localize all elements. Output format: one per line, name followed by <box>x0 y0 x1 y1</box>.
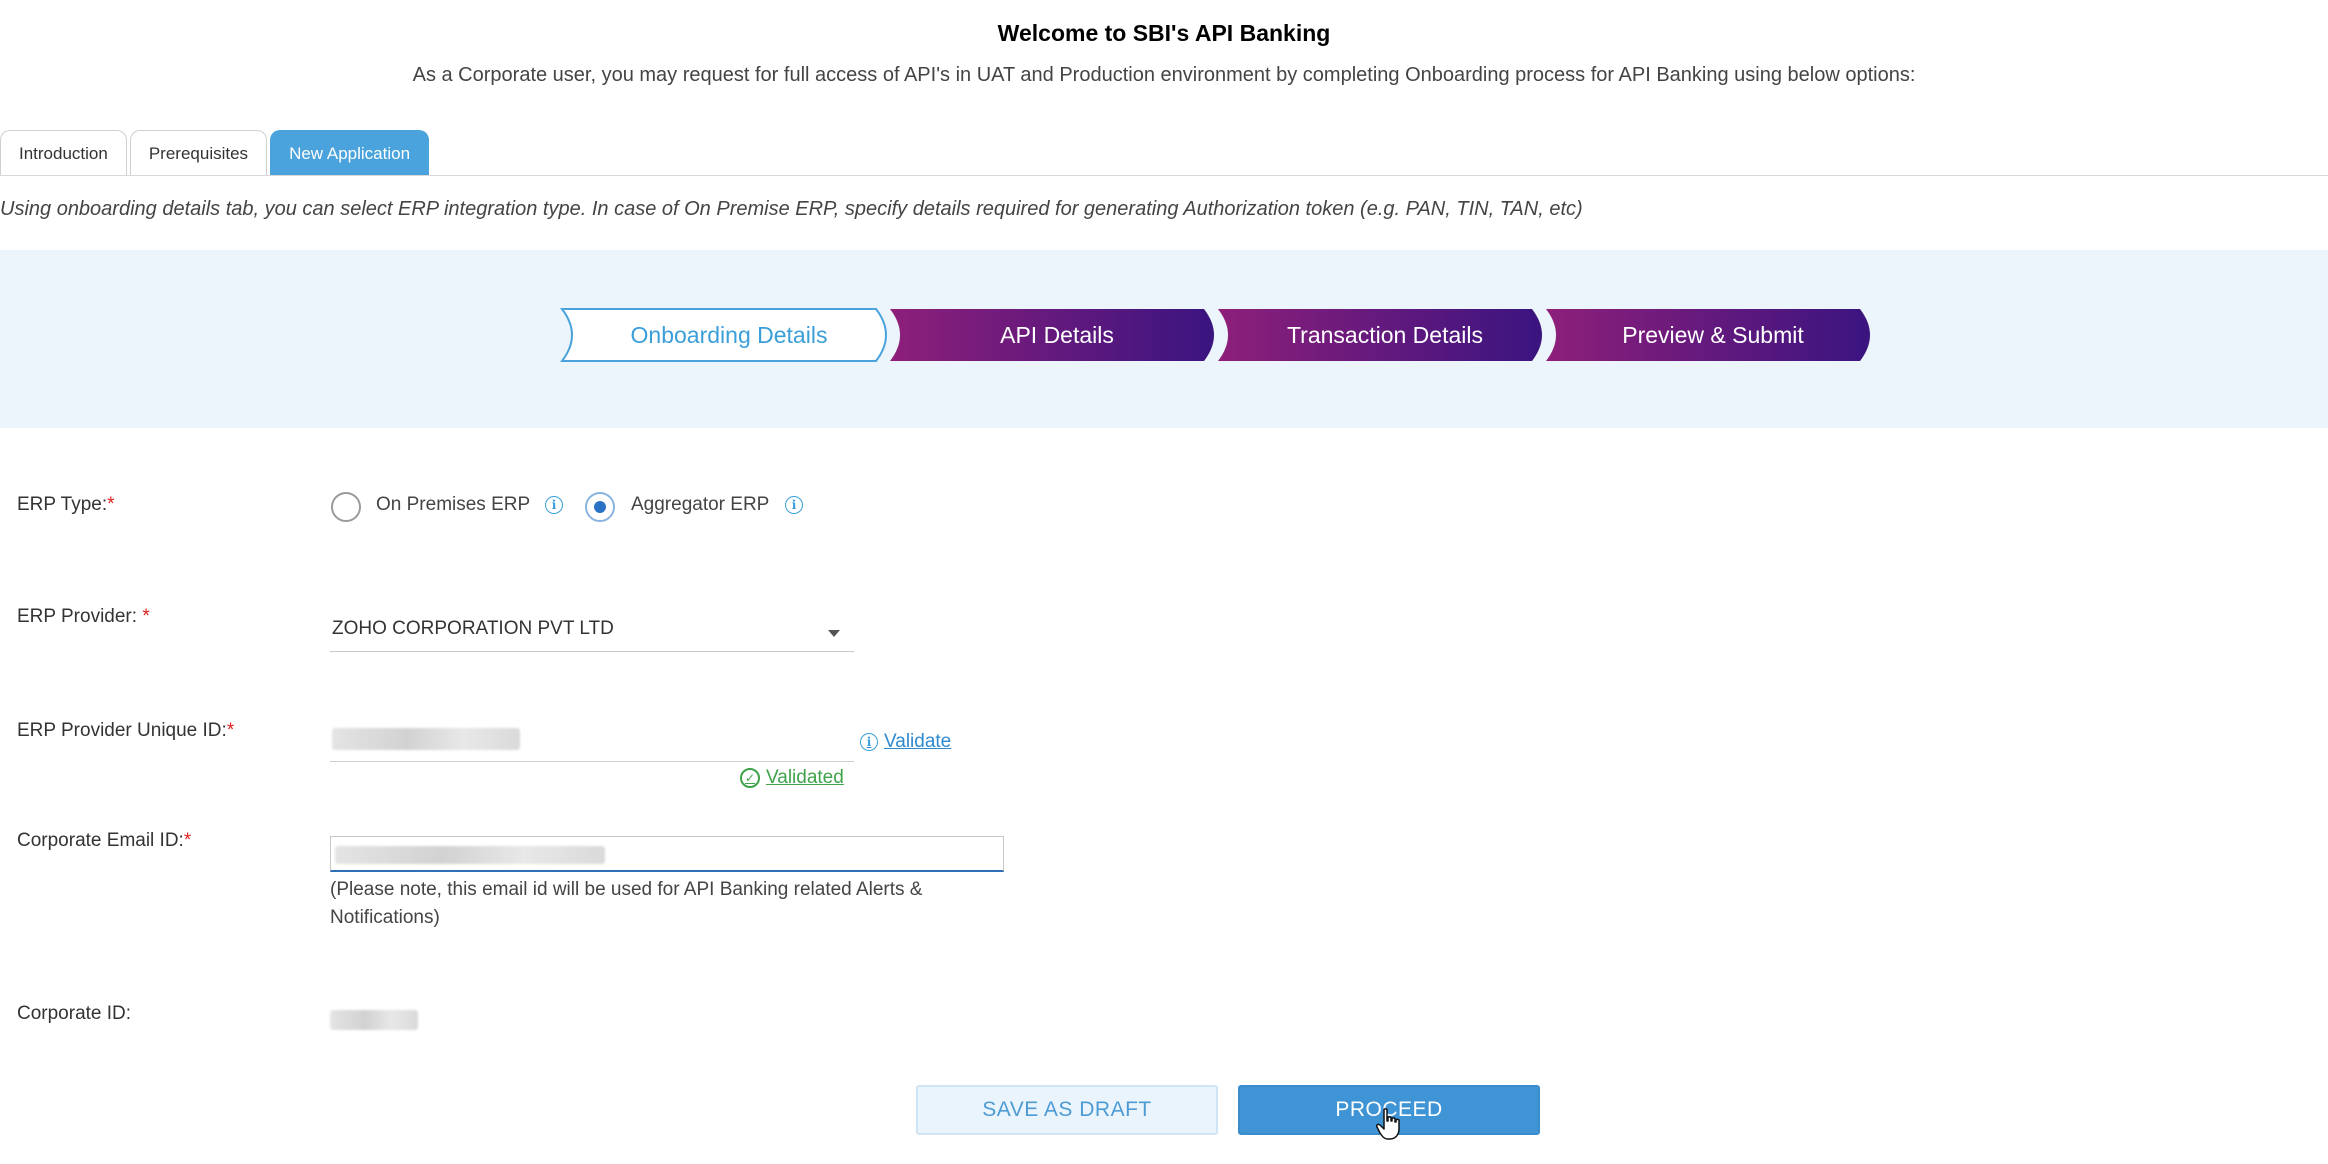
validated-status: ✓ Validated <box>740 767 844 789</box>
erp-provider-label-text: ERP Provider: <box>17 606 143 627</box>
page-subtitle: As a Corporate user, you may request for… <box>412 64 1916 86</box>
erp-provider-uid-label: ERP Provider Unique ID:* <box>17 720 234 742</box>
erp-provider-value: ZOHO CORPORATION PVT LTD <box>332 618 614 639</box>
step-onboarding-details[interactable]: Onboarding Details <box>572 308 886 362</box>
required-mark: * <box>183 830 192 851</box>
progress-stepper: Onboarding Details API Details Transacti… <box>560 308 1876 362</box>
required-mark: * <box>226 720 235 741</box>
tab-new-application[interactable]: New Application <box>270 130 430 176</box>
radio-label-aggregator-erp: Aggregator ERP <box>631 494 770 515</box>
chevron-down-icon <box>828 630 840 637</box>
radio-on-premises-erp[interactable] <box>331 492 361 522</box>
corporate-email-label: Corporate Email ID:* <box>17 830 191 852</box>
save-as-draft-button[interactable]: SAVE AS DRAFT <box>916 1085 1218 1135</box>
tab-bar: Introduction Prerequisites New Applicati… <box>0 130 432 176</box>
tabs-divider <box>0 175 2328 176</box>
check-circle-icon: ✓ <box>740 768 760 788</box>
corporate-id-label: Corporate ID: <box>17 1003 132 1024</box>
erp-provider-uid-label-text: ERP Provider Unique ID: <box>17 720 227 741</box>
required-mark: * <box>107 494 115 515</box>
erp-provider-label: ERP Provider: * <box>17 606 150 628</box>
corporate-id-value <box>330 1010 418 1030</box>
erp-type-label: ERP Type:* <box>17 494 115 516</box>
page-title: Welcome to SBI's API Banking <box>997 20 1331 46</box>
tab-prerequisites[interactable]: Prerequisites <box>129 130 268 176</box>
erp-provider-select[interactable]: ZOHO CORPORATION PVT LTD <box>330 610 854 652</box>
tab-introduction[interactable]: Introduction <box>0 130 127 176</box>
info-icon[interactable]: i <box>545 496 563 514</box>
step-preview-submit[interactable]: Preview & Submit <box>1556 308 1870 362</box>
radio-label-on-premises-erp: On Premises ERP <box>376 494 531 515</box>
corporate-email-label-text: Corporate Email ID: <box>17 830 184 851</box>
erp-type-label-text: ERP Type: <box>17 494 108 515</box>
email-note: (Please note, this email id will be used… <box>330 879 923 928</box>
step-transaction-details[interactable]: Transaction Details <box>1228 308 1542 362</box>
corporate-email-input[interactable] <box>330 836 1004 872</box>
erp-provider-uid-input[interactable] <box>330 722 854 762</box>
redacted-value <box>335 846 605 864</box>
info-icon: i <box>860 733 878 751</box>
validate-link-text: Validate <box>884 731 952 752</box>
hand-pointer-icon <box>1376 1108 1400 1140</box>
validated-status-text: Validated <box>766 767 844 788</box>
step-api-details[interactable]: API Details <box>900 308 1214 362</box>
redacted-value <box>332 728 520 750</box>
info-icon[interactable]: i <box>785 496 803 514</box>
intro-text: Using onboarding details tab, you can se… <box>0 198 1583 220</box>
validate-link[interactable]: i Validate <box>860 731 951 753</box>
required-mark: * <box>142 606 150 627</box>
radio-aggregator-erp[interactable] <box>585 492 615 522</box>
